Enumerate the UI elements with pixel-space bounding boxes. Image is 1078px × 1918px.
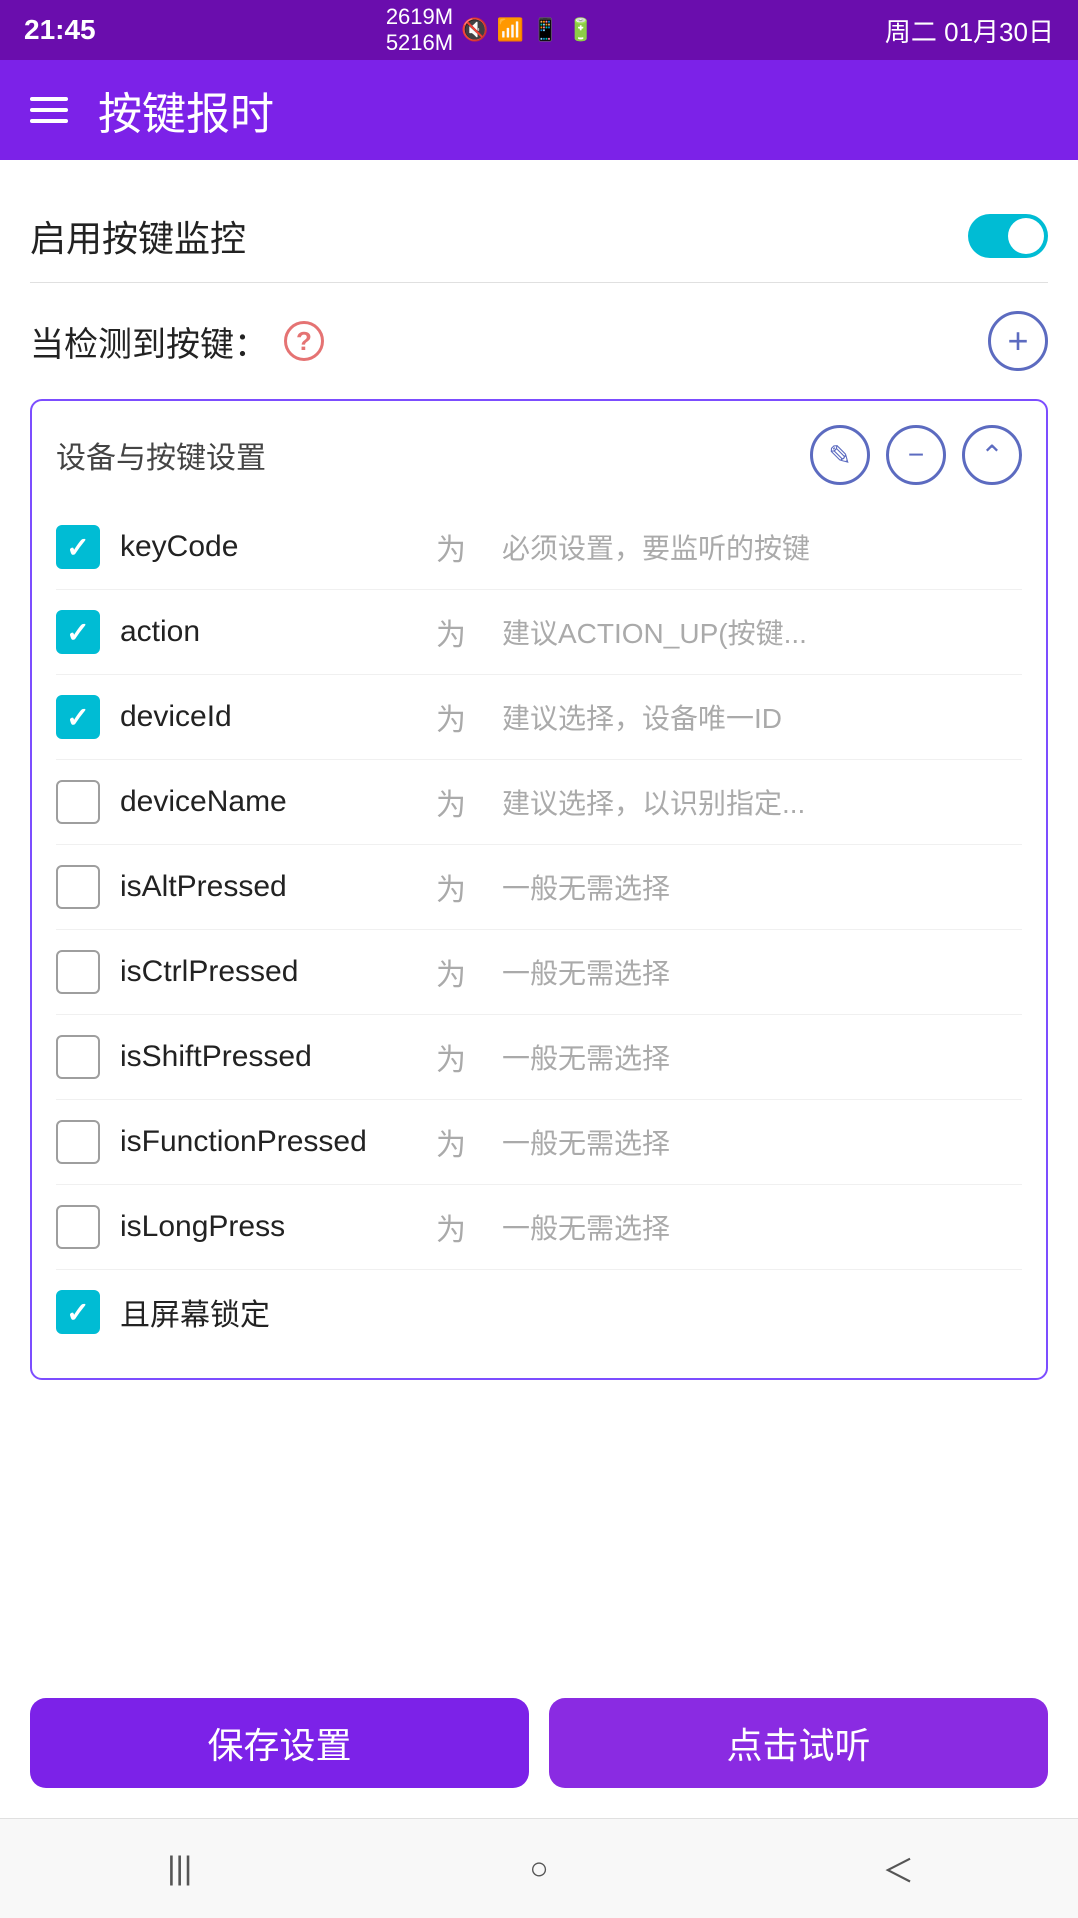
checkbox-isShiftPressed[interactable]	[56, 1035, 100, 1079]
test-button[interactable]: 点击试听	[549, 1698, 1048, 1788]
row-desc-isCtrlPressed: 一般无需选择	[502, 952, 1022, 992]
list-item: isShiftPressed 为一般无需选择	[56, 1015, 1022, 1100]
card-title: 设备与按键设置	[56, 433, 266, 477]
status-time: 21:45	[24, 14, 96, 46]
row-name-screenLock: 且屏幕锁定	[120, 1290, 400, 1334]
checkbox-action[interactable]	[56, 610, 100, 654]
row-desc-deviceName: 建议选择，以识别指定...	[502, 782, 1022, 822]
row-desc-isAltPressed: 一般无需选择	[502, 867, 1022, 907]
menu-button[interactable]	[30, 97, 68, 123]
list-item: isAltPressed 为一般无需选择	[56, 845, 1022, 930]
list-item: action 为建议ACTION_UP(按键...	[56, 590, 1022, 675]
card-actions: ✎ − ⌃	[810, 425, 1022, 485]
status-bar: 21:45 2619M 5216M 🔇 📶 📱 🔋 周二 01月30日	[0, 0, 1078, 60]
row-for-deviceId: 为	[436, 695, 466, 739]
row-for-isShiftPressed: 为	[436, 1035, 466, 1079]
checkbox-deviceName[interactable]	[56, 780, 100, 824]
row-for-isLongPress: 为	[436, 1205, 466, 1249]
list-item: deviceId 为建议选择，设备唯一ID	[56, 675, 1022, 760]
buttons-row: 保存设置 点击试听	[0, 1668, 1078, 1818]
list-item: isCtrlPressed 为一般无需选择	[56, 930, 1022, 1015]
row-name-isShiftPressed: isShiftPressed	[120, 1040, 400, 1074]
row-desc-isShiftPressed: 一般无需选择	[502, 1037, 1022, 1077]
row-for-isFunctionPressed: 为	[436, 1120, 466, 1164]
nav-bar: ||| ○ ＜	[0, 1818, 1078, 1918]
memory-info: 2619M 5216M	[386, 4, 453, 56]
signal-icon: 📱	[532, 17, 559, 43]
row-name-isLongPress: isLongPress	[120, 1210, 400, 1244]
row-name-isAltPressed: isAltPressed	[120, 870, 400, 904]
row-desc-keyCode: 必须设置，要监听的按键	[502, 527, 1022, 567]
checkbox-isCtrlPressed[interactable]	[56, 950, 100, 994]
row-name-action: action	[120, 615, 400, 649]
minus-icon: −	[908, 439, 924, 471]
remove-button[interactable]: −	[886, 425, 946, 485]
list-item: 且屏幕锁定	[56, 1270, 1022, 1354]
mute-icon: 🔇	[461, 17, 488, 43]
when-detected-row: 当检测到按键： ? +	[30, 283, 1048, 399]
settings-card: 设备与按键设置 ✎ − ⌃ keyCode为必须设置，要监听的按键action为…	[30, 399, 1048, 1380]
checkbox-deviceId[interactable]	[56, 695, 100, 739]
toggle-label: 启用按键监控	[30, 210, 246, 262]
checkbox-isLongPress[interactable]	[56, 1205, 100, 1249]
row-name-deviceName: deviceName	[120, 785, 400, 819]
status-icons: 2619M 5216M 🔇 📶 📱 🔋	[386, 4, 595, 56]
nav-recent[interactable]: |||	[140, 1839, 220, 1899]
row-for-isCtrlPressed: 为	[436, 950, 466, 994]
enable-toggle[interactable]	[968, 214, 1048, 258]
card-header: 设备与按键设置 ✎ − ⌃	[56, 425, 1022, 485]
wifi-icon: 📶	[497, 17, 524, 43]
row-desc-deviceId: 建议选择，设备唯一ID	[502, 697, 1022, 737]
help-button[interactable]: ?	[284, 321, 324, 361]
checkbox-isAltPressed[interactable]	[56, 865, 100, 909]
edit-button[interactable]: ✎	[810, 425, 870, 485]
content-area: 启用按键监控 当检测到按键： ? + 设备与按键设置 ✎ −	[0, 160, 1078, 1668]
row-desc-action: 建议ACTION_UP(按键...	[502, 612, 1022, 652]
row-name-isCtrlPressed: isCtrlPressed	[120, 955, 400, 989]
checkbox-screenLock[interactable]	[56, 1290, 100, 1334]
row-name-isFunctionPressed: isFunctionPressed	[120, 1125, 400, 1159]
list-item: isLongPress 为一般无需选择	[56, 1185, 1022, 1270]
row-for-deviceName: 为	[436, 780, 466, 824]
list-item: keyCode 为必须设置，要监听的按键	[56, 505, 1022, 590]
checkbox-list: keyCode为必须设置，要监听的按键action为建议ACTION_UP(按键…	[56, 505, 1022, 1354]
nav-home[interactable]: ○	[499, 1839, 579, 1899]
row-name-deviceId: deviceId	[120, 700, 400, 734]
row-for-isAltPressed: 为	[436, 865, 466, 909]
row-desc-isFunctionPressed: 一般无需选择	[502, 1122, 1022, 1162]
list-item: deviceName 为建议选择，以识别指定...	[56, 760, 1022, 845]
save-button[interactable]: 保存设置	[30, 1698, 529, 1788]
up-button[interactable]: ⌃	[962, 425, 1022, 485]
when-detected-left: 当检测到按键： ?	[30, 317, 324, 366]
edit-icon: ✎	[828, 439, 851, 472]
row-name-keyCode: keyCode	[120, 530, 400, 564]
checkbox-isFunctionPressed[interactable]	[56, 1120, 100, 1164]
status-date: 周二 01月30日	[885, 12, 1054, 49]
header: 按键报时	[0, 60, 1078, 160]
when-detected-label: 当检测到按键：	[30, 317, 268, 366]
checkbox-keyCode[interactable]	[56, 525, 100, 569]
battery-icon: 🔋	[567, 17, 594, 43]
list-item: isFunctionPressed 为一般无需选择	[56, 1100, 1022, 1185]
page-title: 按键报时	[98, 78, 274, 142]
row-for-keyCode: 为	[436, 525, 466, 569]
nav-back[interactable]: ＜	[858, 1839, 938, 1899]
add-button[interactable]: +	[988, 311, 1048, 371]
toggle-row: 启用按键监控	[30, 190, 1048, 283]
up-icon: ⌃	[980, 439, 1003, 472]
row-for-action: 为	[436, 610, 466, 654]
row-desc-isLongPress: 一般无需选择	[502, 1207, 1022, 1247]
